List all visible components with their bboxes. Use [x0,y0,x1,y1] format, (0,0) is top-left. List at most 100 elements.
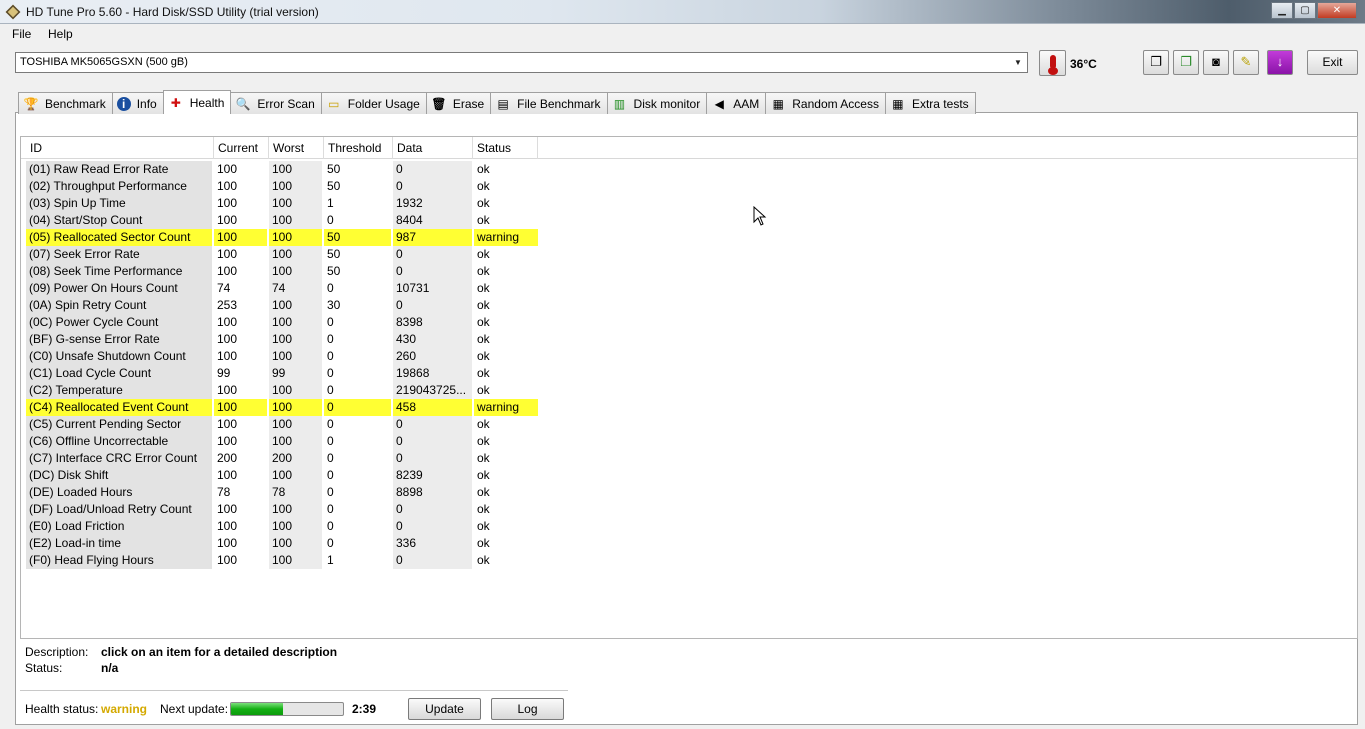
tab-file-benchmark[interactable]: ▤ File Benchmark [490,92,608,114]
maximize-button[interactable]: ▢ [1294,2,1316,19]
cell-threshold: 1 [324,552,391,569]
chevron-down-icon[interactable]: ▼ [1011,55,1025,70]
table-row[interactable]: (DE) Loaded Hours 78 78 0 8898 ok [26,484,538,501]
table-row[interactable]: (DC) Disk Shift 100 100 0 8239 ok [26,467,538,484]
cell-worst: 100 [269,433,322,450]
cell-data: 0 [393,433,472,450]
copy-text-button[interactable]: ❐ [1143,50,1169,75]
tab-folder-usage[interactable]: ▭ Folder Usage [320,92,427,114]
cell-id: (E0) Load Friction [26,518,212,535]
cell-status: ok [474,382,538,399]
tab-aam[interactable]: ◀ AAM [706,92,767,114]
update-button[interactable]: Update [408,698,481,720]
table-row[interactable]: (C0) Unsafe Shutdown Count 100 100 0 260 ok [26,348,538,365]
cell-status: warning [474,399,538,416]
temperature-value: 36°C [1070,57,1097,71]
table-row[interactable]: (05) Reallocated Sector Count 100 100 50 987… [26,229,538,246]
table-row[interactable]: (02) Throughput Performance 100 100 50 0 ok [26,178,538,195]
cell-data: 336 [393,535,472,552]
cell-threshold: 1 [324,195,391,212]
cell-status: ok [474,365,538,382]
tab-label: Random Access [792,96,879,111]
cell-current: 253 [214,297,267,314]
table-row[interactable]: (0A) Spin Retry Count 253 100 30 0 ok [26,297,538,314]
cell-worst: 200 [269,450,322,467]
tab-label: Info [136,96,157,111]
tab-error-scan[interactable]: 🔍 Error Scan [230,92,322,114]
cell-data: 1932 [393,195,472,212]
tab-health[interactable]: ✚ Health [162,90,232,114]
cell-worst: 100 [269,501,322,518]
tab-random-access[interactable]: ▦ Random Access [765,92,886,114]
table-row[interactable]: (C7) Interface CRC Error Count 200 200 0 0 ok [26,450,538,467]
header-status[interactable]: Status [473,137,538,159]
menu-file[interactable]: File [12,27,31,41]
header-data[interactable]: Data [393,137,473,159]
table-row[interactable]: (09) Power On Hours Count 74 74 0 10731 ok [26,280,538,297]
cell-worst: 100 [269,467,322,484]
cell-threshold: 0 [324,416,391,433]
tab-erase[interactable]: 🗑 Erase [425,92,492,114]
thermometer-icon [1048,55,1058,75]
cell-id: (DF) Load/Unload Retry Count [26,501,212,518]
cell-data: 10731 [393,280,472,297]
table-row[interactable]: (F0) Head Flying Hours 100 100 1 0 ok [26,552,538,569]
table-row[interactable]: (C1) Load Cycle Count 99 99 0 19868 ok [26,365,538,382]
cell-id: (BF) G-sense Error Rate [26,331,212,348]
header-threshold[interactable]: Threshold [324,137,393,159]
cell-worst: 100 [269,382,322,399]
cell-id: (C0) Unsafe Shutdown Count [26,348,212,365]
cell-status: ok [474,297,538,314]
cell-status: ok [474,552,538,569]
header-id[interactable]: ID [26,137,214,159]
minimize-button[interactable]: ▁ [1271,2,1293,19]
options-button[interactable]: ✎ [1233,50,1259,75]
title-bar[interactable]: HD Tune Pro 5.60 - Hard Disk/SSD Utility… [0,0,1365,24]
tab-label: Disk monitor [633,96,701,111]
cell-threshold: 0 [324,382,391,399]
table-row[interactable]: (C5) Current Pending Sector 100 100 0 0 ok [26,416,538,433]
temperature-button[interactable] [1039,50,1066,76]
camera-button[interactable]: ◙ [1203,50,1229,75]
smart-table[interactable]: ID Current Worst Threshold Data Status (… [20,136,1358,639]
cell-data: 8398 [393,314,472,331]
cell-id: (C7) Interface CRC Error Count [26,450,212,467]
tab-extra-tests[interactable]: ▦ Extra tests [884,92,976,114]
header-current[interactable]: Current [214,137,269,159]
copy-screenshot-button[interactable]: ❐ [1173,50,1199,75]
cell-threshold: 0 [324,314,391,331]
table-row[interactable]: (E0) Load Friction 100 100 0 0 ok [26,518,538,535]
cell-id: (01) Raw Read Error Rate [26,161,212,178]
tab-benchmark[interactable]: 🏆 Benchmark [18,92,113,114]
tab-info[interactable]: i Info [111,92,164,114]
log-button[interactable]: Log [491,698,564,720]
tab-label: Extra tests [911,96,969,111]
table-row[interactable]: (03) Spin Up Time 100 100 1 1932 ok [26,195,538,212]
cell-threshold: 0 [324,348,391,365]
cell-data: 0 [393,178,472,195]
cell-threshold: 50 [324,263,391,280]
table-row[interactable]: (01) Raw Read Error Rate 100 100 50 0 ok [26,161,538,178]
table-row[interactable]: (DF) Load/Unload Retry Count 100 100 0 0 ok [26,501,538,518]
tab-label: Health [189,95,225,110]
table-row[interactable]: (08) Seek Time Performance 100 100 50 0 ok [26,263,538,280]
exit-button[interactable]: Exit [1307,50,1358,75]
table-row[interactable]: (04) Start/Stop Count 100 100 0 8404 ok [26,212,538,229]
cell-data: 0 [393,552,472,569]
header-worst[interactable]: Worst [269,137,324,159]
table-row[interactable]: (E2) Load-in time 100 100 0 336 ok [26,535,538,552]
cell-worst: 100 [269,348,322,365]
cell-threshold: 30 [324,297,391,314]
table-row[interactable]: (C4) Reallocated Event Count 100 100 0 458 wa… [26,399,538,416]
close-button[interactable]: ✕ [1317,2,1357,19]
save-down-button[interactable]: ↓ [1267,50,1293,75]
menu-help[interactable]: Help [48,27,73,41]
table-row[interactable]: (07) Seek Error Rate 100 100 50 0 ok [26,246,538,263]
cell-data: 458 [393,399,472,416]
table-row[interactable]: (BF) G-sense Error Rate 100 100 0 430 ok [26,331,538,348]
table-row[interactable]: (C6) Offline Uncorrectable 100 100 0 0 ok [26,433,538,450]
drive-select[interactable]: TOSHIBA MK5065GSXN (500 gB) ▼ [15,52,1028,73]
tab-disk-monitor[interactable]: ▥ Disk monitor [606,92,708,114]
table-row[interactable]: (C2) Temperature 100 100 0 219043725... ok [26,382,538,399]
table-row[interactable]: (0C) Power Cycle Count 100 100 0 8398 ok [26,314,538,331]
